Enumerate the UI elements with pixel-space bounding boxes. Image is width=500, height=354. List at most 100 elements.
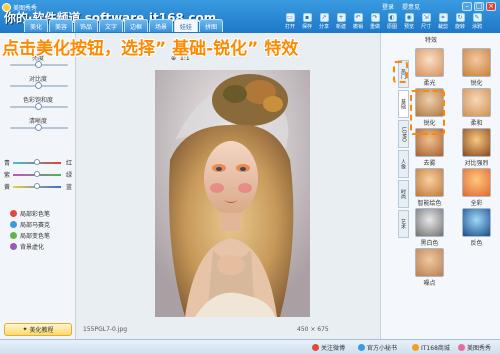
window-controls: – □ × [462,2,496,11]
category-lomo[interactable]: LOMO [398,120,409,148]
feedback-link[interactable]: 提意见 [402,2,420,11]
assistant-link[interactable]: 官方小秘书 [358,343,397,352]
thumb-label: 锐化 [470,80,483,87]
category-portrait[interactable]: 人像 [398,150,409,178]
thumb-image [415,168,444,197]
size-label: 尺寸 [420,24,431,30]
rotate-label: 旋转 [454,24,465,30]
rotate-button[interactable]: ↻ 旋转 [452,13,468,33]
tab-biankuang[interactable]: 边框 [124,19,148,32]
new-button[interactable]: + 新建 [333,13,349,33]
effect-thumb-fullcolor[interactable]: 全彩 [457,168,496,207]
toolbar: ▭ 打开 ▪ 保存 ↗ 分享 + 新建 ↶ 撤销 ↷ 重做 ◐ 原图 ◉ 预览 ⇲ 尺寸 ⌗ 裁剪 … [282,13,485,33]
effect-thumb-noise[interactable]: 噪点 [410,248,449,287]
slider-knob[interactable] [34,159,40,165]
magenta-green-slider[interactable]: 紫 绿 [4,169,72,181]
tab-meihua[interactable]: 美化 [24,19,48,32]
thumb-label: 柔和 [470,120,483,127]
effect-thumb-sharpen-top[interactable]: 锐化 [457,48,496,87]
local-effects: 局部彩色笔 局部马赛克 局部变色笔 背景虚化 [10,208,74,252]
share-label: 分享 [318,24,329,30]
tab-wenzi[interactable]: 文字 [99,19,123,32]
image-dimensions: 450 × 675 [297,326,329,333]
saturation-slider[interactable]: 色彩饱和度 [4,95,72,116]
effect-categories: 热门 基础 LOMO 人像 时尚 艺术 [398,60,409,240]
basic-tab-highlight [393,61,408,83]
photo-canvas[interactable] [155,70,310,317]
effect-thumb-smartcolor[interactable]: 智能绘色 [410,168,449,207]
effect-thumb-invert[interactable]: 反色 [457,208,496,247]
slider-knob[interactable] [35,61,42,68]
slider-knob[interactable] [34,183,40,189]
undo-label: 撤销 [352,24,363,30]
new-label: 新建 [335,24,346,30]
slider-knob[interactable] [35,103,42,110]
thumb-label: 噪点 [423,280,436,287]
bulb-icon: ✦ [22,326,28,333]
effect-thumb-softlight[interactable]: 柔光 [410,48,449,87]
doodle-label: 涂鸦 [471,24,482,30]
slider-knob[interactable] [34,171,40,177]
category-fashion[interactable]: 时尚 [398,180,409,208]
user-area: 登录 提意见 [382,2,420,11]
rotate-icon: ↻ [455,13,465,22]
thumb-image [415,48,444,77]
open-button[interactable]: ▭ 打开 [282,13,298,33]
yellow-blue-slider[interactable]: 黄 蓝 [4,181,72,193]
tab-pintu[interactable]: 拼图 [199,19,223,32]
redo-button[interactable]: ↷ 重做 [367,13,383,33]
effect-label: 背景虚化 [20,244,45,251]
effect-thumb-contrast[interactable]: 对比强烈 [457,128,496,167]
tab-wawa[interactable]: 娃娃 [174,19,198,32]
tab-changjing[interactable]: 场景 [149,19,173,32]
category-art[interactable]: 艺术 [398,210,409,238]
share-icon: ↗ [319,13,329,22]
preview-label: 预览 [403,24,414,30]
thumb-image [462,208,491,237]
sharpness-slider[interactable]: 清晰度 [4,116,72,137]
follow-weibo-label: 关注微博 [321,345,346,352]
category-basic[interactable]: 基础 [398,90,409,118]
doodle-button[interactable]: ✎ 涂鸦 [469,13,485,33]
new-icon: + [336,13,346,22]
close-icon[interactable]: × [486,2,496,11]
save-icon: ▪ [302,13,312,22]
contrast-slider[interactable]: 对比度 [4,74,72,95]
slider-knob[interactable] [35,124,42,131]
tab-shipin[interactable]: 饰品 [74,19,98,32]
size-button[interactable]: ⇲ 尺寸 [418,13,434,33]
app-link[interactable]: 美图秀秀 [458,343,491,352]
share-button[interactable]: ↗ 分享 [316,13,332,33]
preview-button[interactable]: ◉ 预览 [401,13,417,33]
app-label: 美图秀秀 [467,345,492,352]
blur-bg-item[interactable]: 背景虚化 [10,241,74,252]
mosaic-item[interactable]: 局部马赛克 [10,219,74,230]
login-link[interactable]: 登录 [382,2,394,11]
mosaic-icon [10,221,17,228]
recolor-pen-item[interactable]: 局部变色笔 [10,230,74,241]
save-button[interactable]: ▪ 保存 [299,13,315,33]
effect-label: 局部彩色笔 [20,211,51,218]
beautify-tutorial-button[interactable]: ✦ 美化教程 [4,323,72,336]
main-tabs: 美化 美容 饰品 文字 边框 场景 娃娃 拼图 [24,19,223,32]
yellow-label: 黄 [4,184,11,191]
crop-button[interactable]: ⌗ 裁剪 [435,13,451,33]
adjust-panel: 亮度 对比度 色彩饱和度 清晰度 青 红 紫 绿 黄 蓝 局部彩色笔 局部马赛克… [0,33,76,354]
follow-weibo-link[interactable]: 关注微博 [312,343,345,352]
effect-thumb-soft[interactable]: 柔和 [457,88,496,127]
maximize-icon[interactable]: □ [474,2,484,11]
resize-icon: ⇲ [421,13,431,22]
color-pen-item[interactable]: 局部彩色笔 [10,208,74,219]
undo-button[interactable]: ↶ 撤销 [350,13,366,33]
original-button[interactable]: ◐ 原图 [384,13,400,33]
slider-knob[interactable] [35,82,42,89]
effect-thumb-bw[interactable]: 黑白色 [410,208,449,247]
sharpen-highlight [410,90,445,135]
thumb-label: 黑白色 [420,240,439,247]
cyan-red-slider[interactable]: 青 红 [4,157,72,169]
thumb-label: 去雾 [423,160,436,167]
thumb-label: 智能绘色 [417,200,442,207]
minimize-icon[interactable]: – [462,2,472,11]
tab-meirong[interactable]: 美容 [49,19,73,32]
mall-link[interactable]: IT168商城 [412,343,450,352]
